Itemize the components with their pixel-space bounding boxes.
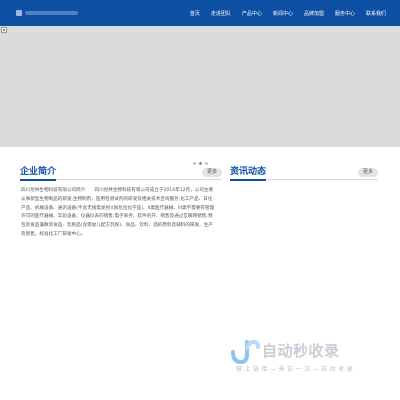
about-title: 企业简介 bbox=[20, 166, 57, 181]
about-text: 四川尼林生物科技有限公司简介 四川尼林生物科技有限公司成立于2014年12月，公… bbox=[21, 188, 215, 237]
main-nav: 首页 走进团队 产品中心 新闻中心 品牌加盟 服务中心 联系我们 bbox=[179, 0, 386, 26]
banner-pagination bbox=[0, 161, 400, 165]
page: 首页 走进团队 产品中心 新闻中心 品牌加盟 服务中心 联系我们 企业简介 更多… bbox=[0, 0, 400, 400]
nav-item-contact[interactable]: 联系我们 bbox=[366, 10, 386, 17]
site-logo[interactable] bbox=[16, 9, 78, 17]
banner-dot[interactable] bbox=[192, 161, 196, 165]
banner-dot-active[interactable] bbox=[198, 161, 202, 165]
about-more-button[interactable]: 更多 bbox=[201, 168, 222, 177]
link-logo-icon bbox=[231, 339, 260, 364]
nav-item-team[interactable]: 走进团队 bbox=[211, 10, 231, 17]
logo-icon bbox=[16, 10, 22, 16]
nav-item-home[interactable]: 首页 bbox=[190, 10, 200, 17]
watermark-subtitle: 做 上 链 接 — 来 访 一 次 — 自 动 收 录 bbox=[236, 366, 353, 373]
news-title: 资讯动态 bbox=[230, 166, 267, 181]
nav-item-service[interactable]: 服务中心 bbox=[335, 10, 355, 17]
news-section-header: 资讯动态 更多 bbox=[230, 166, 378, 181]
header: 首页 走进团队 产品中心 新闻中心 品牌加盟 服务中心 联系我们 bbox=[0, 0, 400, 26]
banner-dot[interactable] bbox=[204, 161, 208, 165]
nav-item-franchise[interactable]: 品牌加盟 bbox=[304, 10, 324, 17]
broken-image-icon bbox=[1, 27, 7, 33]
news-more-button[interactable]: 更多 bbox=[357, 168, 378, 177]
logo-wordmark bbox=[25, 11, 78, 15]
watermark-title: 自动秒收录 bbox=[262, 342, 340, 360]
watermark: 自动秒收录 做 上 链 接 — 来 访 一 次 — 自 动 收 录 bbox=[228, 336, 388, 380]
about-section-header: 企业简介 更多 bbox=[20, 166, 222, 181]
hero-banner[interactable] bbox=[0, 26, 400, 147]
nav-item-news[interactable]: 新闻中心 bbox=[273, 10, 293, 17]
nav-item-products[interactable]: 产品中心 bbox=[242, 10, 262, 17]
